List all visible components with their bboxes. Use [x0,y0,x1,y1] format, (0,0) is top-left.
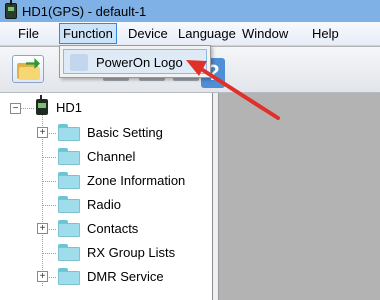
open-file-button[interactable] [12,55,44,83]
menu-function[interactable]: Function [59,23,117,44]
tree-item-basic-setting[interactable]: Basic Setting [87,125,163,140]
tree-root-label[interactable]: HD1 [56,100,82,115]
menu-bar: File Function Device Language Window Hel… [0,22,380,46]
workspace-area [219,93,380,300]
folder-icon [58,244,80,261]
folder-icon [58,172,80,189]
tree-item-dmr-service[interactable]: DMR Service [87,269,164,284]
radio-app-icon [5,0,17,19]
expand-icon[interactable]: + [37,271,48,282]
poweron-logo-label: PowerOn Logo [96,55,183,70]
title-bar: HD1(GPS) - default-1 [0,0,380,22]
tree-item-channel[interactable]: Channel [87,149,135,164]
menu-item-poweron-logo[interactable]: PowerOn Logo [63,49,207,74]
folder-icon [58,268,80,285]
tree-connector [42,112,43,286]
folder-icon [58,196,80,213]
tree-item-rx-group-lists[interactable]: RX Group Lists [87,245,175,260]
expand-icon[interactable]: + [37,127,48,138]
expand-icon[interactable]: + [37,223,48,234]
menu-file[interactable]: File [18,26,39,41]
tree-item-contacts[interactable]: Contacts [87,221,138,236]
folder-icon [58,220,80,237]
tree-panel: − HD1 + Basic Setting Channel Zone Infor… [0,93,213,300]
folder-icon [58,148,80,165]
collapse-icon[interactable]: − [10,103,21,114]
menu-help[interactable]: Help [312,26,339,41]
menu-gutter [70,54,88,71]
window-title: HD1(GPS) - default-1 [22,3,147,19]
function-dropdown-menu: PowerOn Logo [59,45,211,78]
menu-window[interactable]: Window [242,26,288,41]
menu-language[interactable]: Language [178,26,236,41]
radio-device-icon [36,95,48,115]
tree-item-radio[interactable]: Radio [87,197,121,212]
folder-icon [58,124,80,141]
menu-device[interactable]: Device [128,26,168,41]
tree-item-zone-information[interactable]: Zone Information [87,173,185,188]
